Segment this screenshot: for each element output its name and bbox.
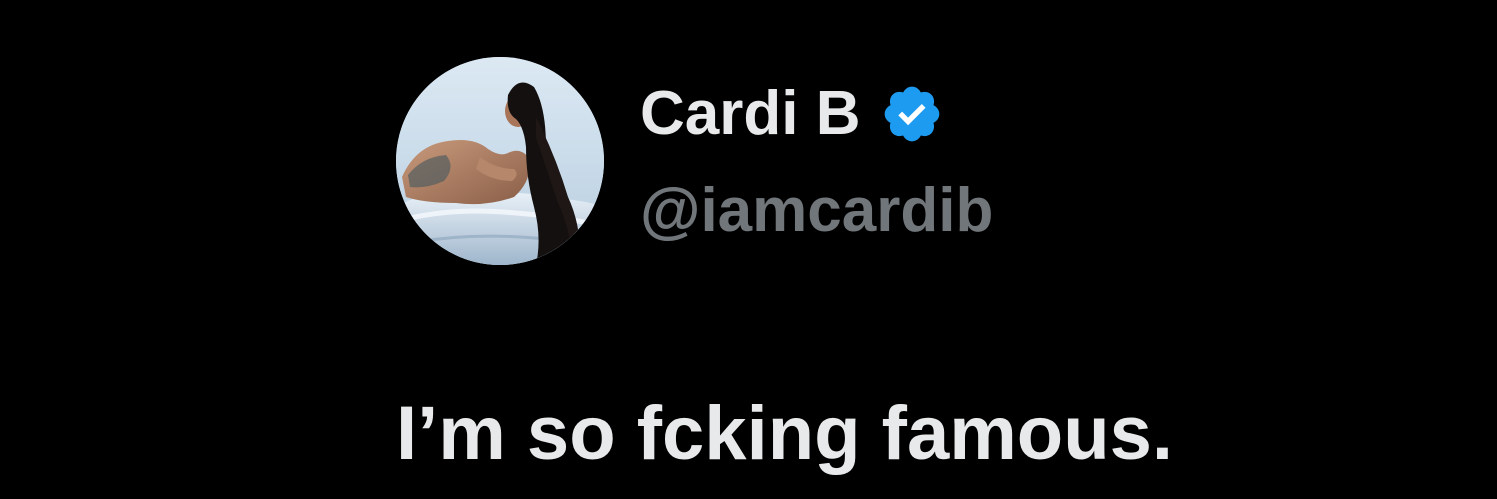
profile-photo-icon bbox=[396, 57, 604, 265]
avatar[interactable] bbox=[396, 57, 604, 265]
author-name-row: Cardi B bbox=[640, 82, 944, 146]
author-handle[interactable]: @iamcardib bbox=[640, 178, 993, 244]
author-display-name[interactable]: Cardi B bbox=[640, 82, 860, 146]
tweet-text: I’m so fcking famous. bbox=[396, 391, 1174, 476]
verified-badge-icon[interactable] bbox=[880, 82, 944, 146]
tweet-card: Cardi B @iamcardib I’m so fcking famous. bbox=[0, 0, 1497, 499]
